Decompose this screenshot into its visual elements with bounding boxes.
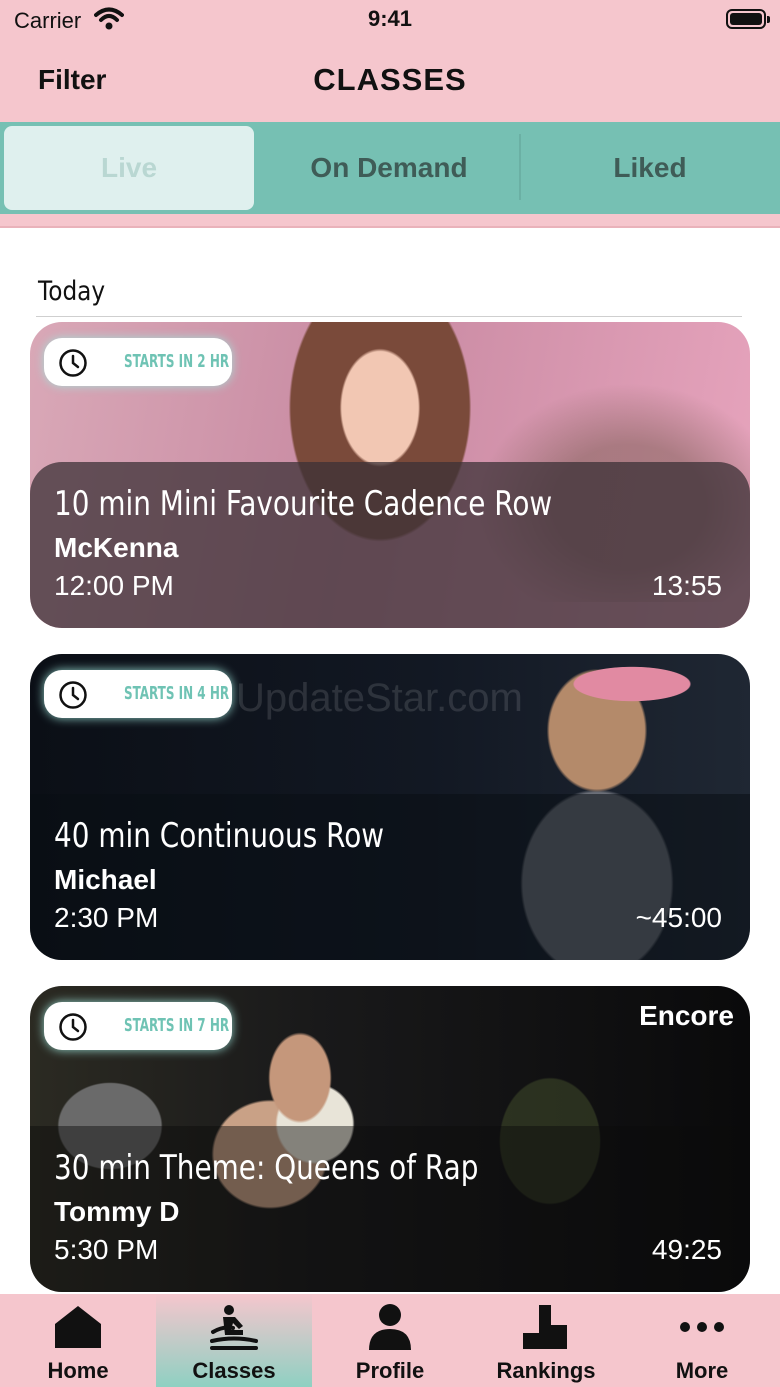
start-time: 12:00 PM bbox=[54, 570, 174, 601]
class-title: 10 min Mini Favourite Cadence Row bbox=[54, 484, 553, 524]
start-time: 2:30 PM bbox=[54, 902, 159, 933]
segment-divider bbox=[519, 134, 521, 200]
starts-in-text: STARTS IN 4 HR bbox=[124, 683, 230, 704]
tab-label: Profile bbox=[355, 1358, 425, 1383]
class-card[interactable]: STARTS IN 7 HR Encore 30 min Theme: Quee… bbox=[30, 986, 750, 1292]
tab-label: More bbox=[675, 1358, 729, 1383]
start-time: 5:30 PM bbox=[54, 1234, 159, 1265]
tab-label: Rankings bbox=[496, 1358, 596, 1383]
tab-more[interactable]: More bbox=[624, 1294, 780, 1387]
class-duration: 49:25 bbox=[651, 1234, 722, 1265]
rower-icon bbox=[156, 1302, 312, 1352]
segment-live[interactable]: Live bbox=[4, 126, 254, 210]
instructor-name: Michael bbox=[54, 864, 157, 895]
section-header-today: Today bbox=[38, 276, 106, 307]
tab-label: Classes bbox=[192, 1358, 276, 1383]
starts-in-text: STARTS IN 2 HR bbox=[124, 351, 230, 372]
tab-bar: Home Classes Profile Rankings More bbox=[0, 1294, 780, 1387]
segmented-control: Live On Demand Liked bbox=[0, 122, 780, 214]
segment-liked[interactable]: Liked bbox=[524, 126, 776, 210]
tab-home[interactable]: Home bbox=[0, 1294, 156, 1387]
class-card[interactable]: STARTS IN 2 HR 10 min Mini Favourite Cad… bbox=[30, 322, 750, 628]
starts-in-badge: STARTS IN 2 HR bbox=[44, 338, 232, 386]
encore-tag: Encore bbox=[639, 1000, 734, 1031]
segment-on-demand[interactable]: On Demand bbox=[262, 126, 516, 210]
podium-icon bbox=[468, 1302, 624, 1352]
ellipsis-icon bbox=[624, 1302, 780, 1352]
class-duration: 13:55 bbox=[651, 570, 722, 601]
watermark: UpdateStar.com bbox=[236, 676, 523, 720]
clock-icon bbox=[58, 348, 88, 383]
tab-profile[interactable]: Profile bbox=[312, 1294, 468, 1387]
page-title: CLASSES bbox=[313, 62, 467, 97]
status-bar: Carrier 9:41 bbox=[0, 0, 780, 44]
starts-in-badge: STARTS IN 4 HR bbox=[44, 670, 232, 718]
starts-in-badge: STARTS IN 7 HR bbox=[44, 1002, 232, 1050]
home-icon bbox=[0, 1302, 156, 1352]
battery-icon bbox=[726, 9, 770, 29]
instructor-name: McKenna bbox=[54, 532, 179, 563]
status-time: 9:41 bbox=[367, 6, 413, 31]
tab-rankings[interactable]: Rankings bbox=[468, 1294, 624, 1387]
segment-container: Live On Demand Liked bbox=[0, 122, 780, 228]
starts-in-text: STARTS IN 7 HR bbox=[124, 1015, 230, 1036]
clock-icon bbox=[58, 680, 88, 715]
navigation-bar: Filter CLASSES bbox=[0, 44, 780, 122]
instructor-cap bbox=[530, 654, 700, 704]
class-title: 30 min Theme: Queens of Rap bbox=[54, 1148, 479, 1188]
person-icon bbox=[312, 1302, 468, 1352]
tab-classes[interactable]: Classes bbox=[156, 1294, 312, 1387]
clock-icon bbox=[58, 1012, 88, 1047]
class-duration: ~45:00 bbox=[635, 902, 722, 933]
instructor-name: Tommy D bbox=[54, 1196, 180, 1227]
section-divider bbox=[36, 316, 742, 317]
tab-label: Home bbox=[47, 1358, 109, 1383]
class-title: 40 min Continuous Row bbox=[54, 816, 385, 856]
